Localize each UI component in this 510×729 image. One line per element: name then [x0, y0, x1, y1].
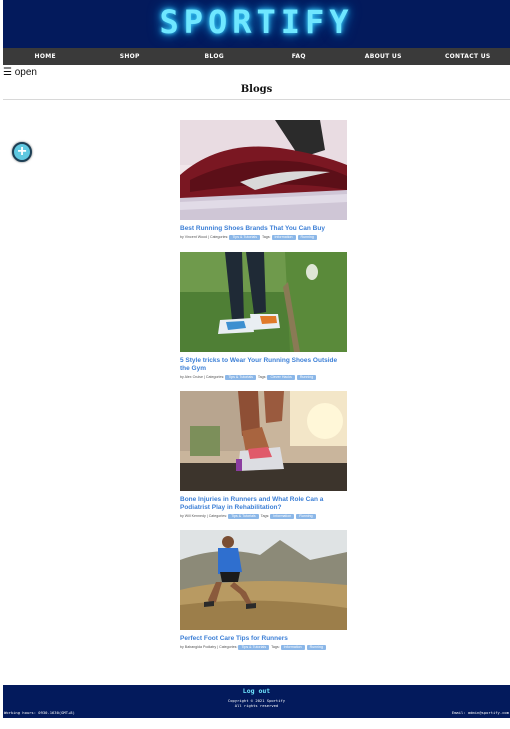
- rights-text: All rights reserved: [234, 703, 279, 708]
- post-title-link[interactable]: Perfect Foot Care Tips for Runners: [180, 635, 347, 643]
- site-header: SPORTIFY: [3, 0, 510, 48]
- title-divider: [3, 99, 510, 100]
- tag-chip[interactable]: Running: [296, 514, 316, 519]
- post-meta: by Babangida Podiatry | Categories: Tips…: [180, 644, 347, 650]
- category-chip[interactable]: Tips & Tutorials: [225, 375, 256, 380]
- tag-chip[interactable]: Information: [270, 514, 295, 519]
- post-byline: by Babangida Podiatry | Categories:: [180, 645, 238, 649]
- nav-blog[interactable]: BLOG: [172, 48, 257, 65]
- sidebar-open-toggle[interactable]: ☰ open: [3, 67, 37, 79]
- add-post-button[interactable]: +: [12, 142, 32, 162]
- logout-link[interactable]: Log out: [3, 687, 510, 695]
- running-shoe-photo[interactable]: [180, 120, 347, 220]
- blog-post-card: Best Running Shoes Brands That You Can B…: [180, 120, 347, 240]
- tags-label: Tags:: [261, 235, 271, 239]
- blog-post-card: Bone Injuries in Runners and What Role C…: [180, 391, 347, 519]
- nav-home[interactable]: HOME: [3, 48, 88, 65]
- contact-email: Email: admin@sportify.com: [451, 710, 509, 715]
- post-meta: by Alex Cruise | Categories: Tips & Tuto…: [180, 374, 347, 380]
- tag-chip[interactable]: Information: [271, 235, 296, 240]
- trail-runner-photo[interactable]: [180, 530, 347, 630]
- nav-about-us[interactable]: ABOUT US: [341, 48, 426, 65]
- blog-post-card: 5 Style tricks to Wear Your Running Shoe…: [180, 252, 347, 380]
- category-chip[interactable]: Tips & Tutorials: [229, 235, 260, 240]
- tags-label: Tags:: [260, 514, 270, 518]
- site-footer: Log out Copyright © 2021 Sportify All ri…: [3, 685, 510, 718]
- plus-circle-icon: +: [17, 142, 27, 160]
- post-meta: by Will Kennedy | Categories: Tips & Tut…: [180, 513, 347, 519]
- ankle-injury-photo[interactable]: [180, 391, 347, 491]
- tag-chip[interactable]: Running: [297, 235, 317, 240]
- tag-chip[interactable]: Running: [296, 375, 317, 380]
- nav-contact-us[interactable]: CONTACT US: [426, 48, 510, 65]
- page-title: Blogs: [240, 84, 273, 95]
- tag-chip[interactable]: Clever Hacks: [267, 375, 295, 380]
- tag-chip[interactable]: Running: [306, 645, 327, 650]
- post-title-link[interactable]: Best Running Shoes Brands That You Can B…: [180, 225, 347, 233]
- tags-label: Tags:: [257, 375, 267, 379]
- tag-chip[interactable]: Information: [280, 645, 305, 650]
- post-byline: by Vincent Wood | Categories:: [180, 235, 229, 239]
- main-nav: HOME SHOP BLOG FAQ ABOUT US CONTACT US: [3, 48, 510, 65]
- tags-label: Tags:: [271, 645, 280, 649]
- nav-faq[interactable]: FAQ: [257, 48, 342, 65]
- post-title-link[interactable]: 5 Style tricks to Wear Your Running Shoe…: [180, 357, 347, 373]
- post-title-link[interactable]: Bone Injuries in Runners and What Role C…: [180, 496, 347, 512]
- blog-post-card: Perfect Foot Care Tips for Runners by Ba…: [180, 530, 347, 650]
- nav-shop[interactable]: SHOP: [88, 48, 173, 65]
- brand-logo[interactable]: SPORTIFY: [3, 0, 510, 42]
- category-chip[interactable]: Tips & Tutorials: [238, 645, 270, 650]
- category-chip[interactable]: Tips & Tutorials: [228, 514, 259, 519]
- post-byline: by Will Kennedy | Categories:: [180, 514, 228, 518]
- working-hours: Working hours: 0930-1630(GMT+8): [4, 710, 75, 715]
- post-byline: by Alex Cruise | Categories:: [180, 375, 225, 379]
- runner-feet-grass-photo[interactable]: [180, 252, 347, 352]
- post-meta: by Vincent Wood | Categories: Tips & Tut…: [180, 234, 347, 240]
- copyright-block: Copyright © 2021 Sportify All rights res…: [3, 698, 510, 708]
